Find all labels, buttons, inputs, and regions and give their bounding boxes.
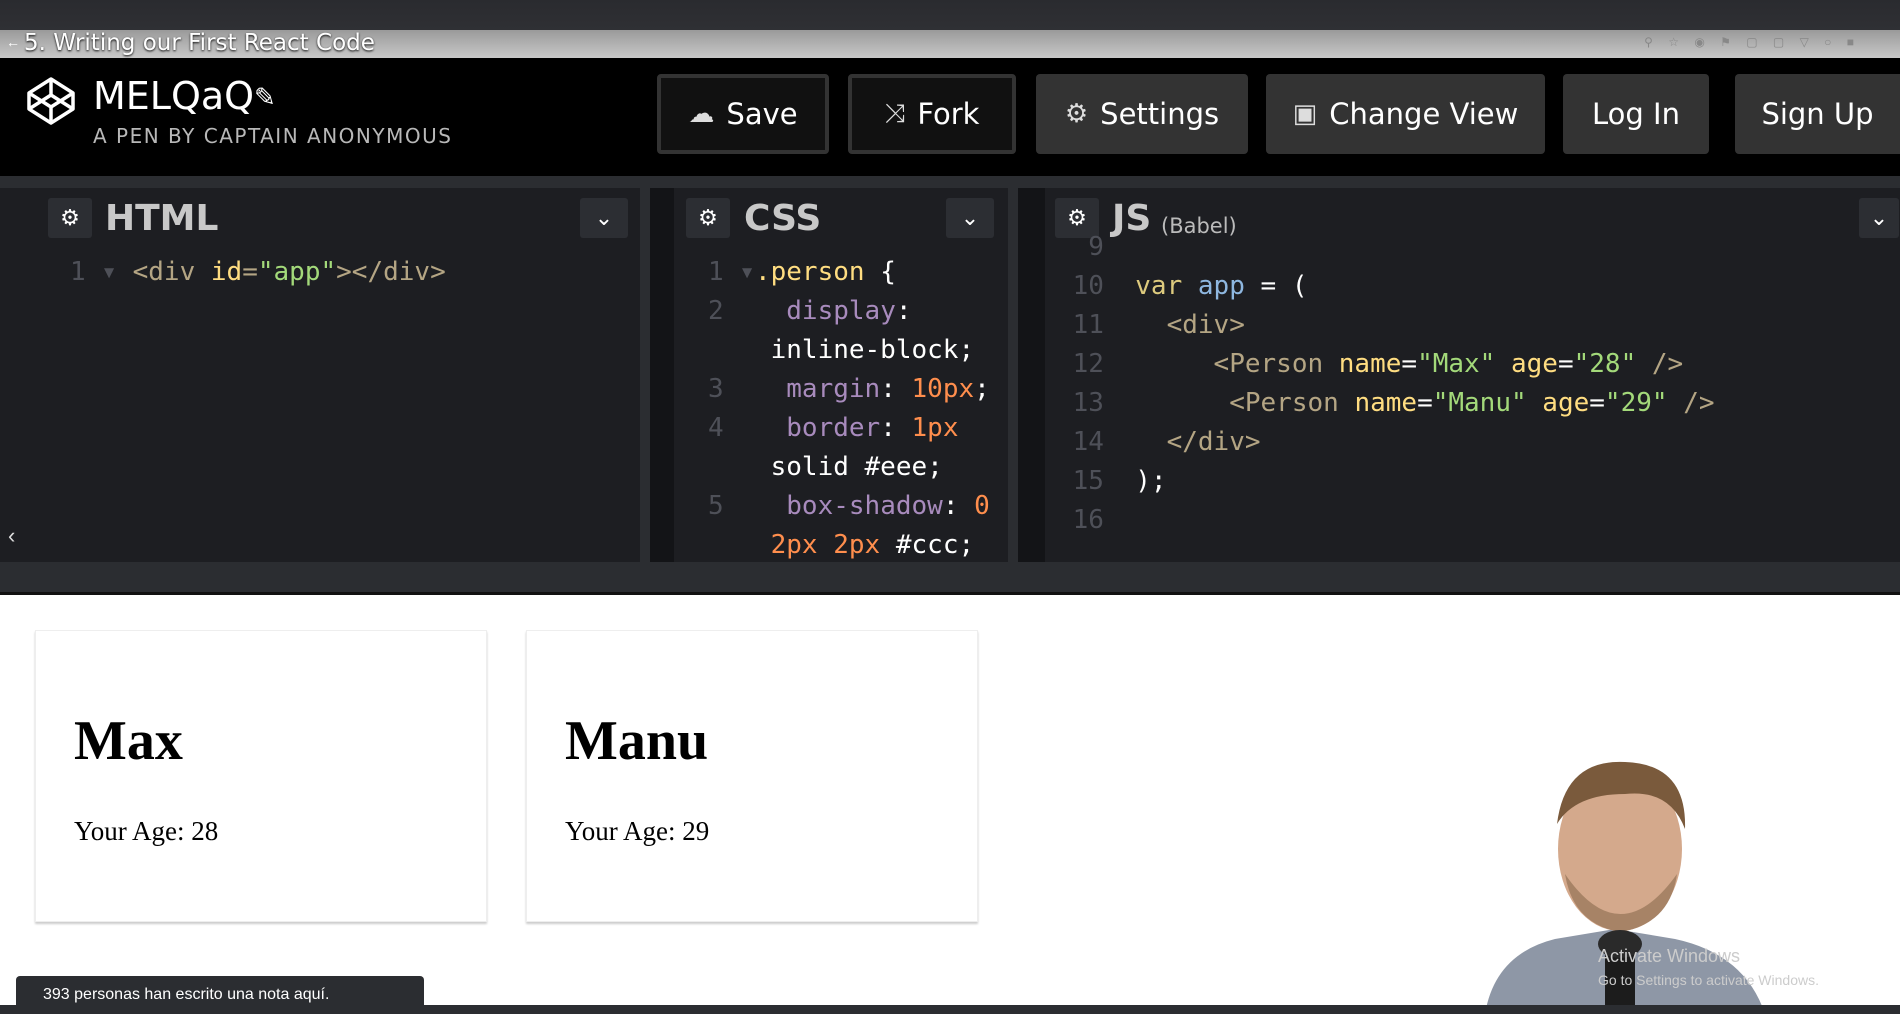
bottom-bar xyxy=(0,1005,1900,1014)
person-age: Your Age: 29 xyxy=(565,816,710,846)
js-code: 9 10 var app = ( 11 <div> 12 <Person nam… xyxy=(1057,232,1715,535)
pane-divider[interactable] xyxy=(640,188,650,562)
result-resize-bar[interactable] xyxy=(0,562,1900,595)
browser-extension-icons: ⚲ ☆ ◉ ⚑ ▢ ▢ ▽ ○ ■ xyxy=(1644,35,1860,49)
css-pane-header: ⚙ CSS ⌄ xyxy=(674,188,1008,248)
codepen-logo-icon[interactable] xyxy=(26,76,76,126)
login-button[interactable]: Log In xyxy=(1563,74,1709,154)
js-chevron-down-icon[interactable]: ⌄ xyxy=(1859,198,1899,238)
js-code-area[interactable]: 9 10 var app = ( 11 <div> 12 <Person nam… xyxy=(1045,232,1900,562)
save-label: Save xyxy=(726,97,798,131)
signup-button[interactable]: Sign Up xyxy=(1735,74,1900,154)
change-view-button[interactable]: ▣ Change View xyxy=(1266,74,1545,154)
cloud-icon: ☁ xyxy=(688,99,715,129)
pen-title[interactable]: MELQaQ xyxy=(93,74,254,118)
left-gutter xyxy=(0,188,38,562)
person-name: Manu xyxy=(565,710,709,772)
pencil-icon[interactable]: ✎ xyxy=(254,82,276,113)
login-label: Log In xyxy=(1592,97,1680,131)
video-title-bar: ← 5. Writing our First React Code ⚲ ☆ ◉ … xyxy=(0,0,1900,58)
signup-label: Sign Up xyxy=(1761,97,1874,131)
gear-icon: ⚙ xyxy=(1064,99,1089,129)
collapse-arrow-icon[interactable]: ‹ xyxy=(8,523,15,549)
pane-divider-2[interactable] xyxy=(1008,188,1018,562)
windows-watermark: Activate Windows xyxy=(1598,946,1741,966)
person-age: Your Age: 28 xyxy=(74,816,219,846)
person-card: Max Your Age: 28 xyxy=(35,630,487,922)
view-icon: ▣ xyxy=(1292,99,1318,129)
person-name: Max xyxy=(74,710,183,772)
html-pane-title: HTML xyxy=(105,198,219,239)
change-view-label: Change View xyxy=(1329,97,1519,131)
css-editor-pane: ⚙ CSS ⌄ 1 ▾.person { 2 display: inline-b… xyxy=(674,188,1008,562)
html-settings-gear-icon[interactable]: ⚙ xyxy=(48,198,92,238)
fork-icon: ⤨ xyxy=(884,98,906,129)
windows-watermark-sub: Go to Settings to activate Windows. xyxy=(1598,972,1819,988)
editors-top-border xyxy=(0,176,1900,188)
css-code: 1 ▾.person { 2 display: inline-block; 3 … xyxy=(708,257,990,560)
html-editor-pane: ⚙ HTML ⌄ 1 ▾ <div id="app"></div> xyxy=(38,188,640,562)
settings-button[interactable]: ⚙ Settings xyxy=(1036,74,1248,154)
settings-label: Settings xyxy=(1100,97,1220,131)
save-button[interactable]: ☁ Save xyxy=(657,74,829,154)
video-title: 5. Writing our First React Code xyxy=(24,30,375,56)
html-chevron-down-icon[interactable]: ⌄ xyxy=(580,198,628,238)
css-chevron-down-icon[interactable]: ⌄ xyxy=(946,198,994,238)
editors-area: ⚙ HTML ⌄ 1 ▾ <div id="app"></div> ⚙ CSS … xyxy=(0,176,1900,562)
html-pane-header: ⚙ HTML ⌄ xyxy=(38,188,640,248)
css-code-area[interactable]: 1 ▾.person { 2 display: inline-block; 3 … xyxy=(674,248,1008,562)
html-code: 1 ▾ <div id="app"></div> xyxy=(70,257,446,287)
pen-author: A PEN BY CAPTAIN ANONYMOUS xyxy=(93,124,453,148)
back-arrow-icon[interactable]: ← xyxy=(6,34,20,50)
css-pane-title: CSS xyxy=(744,198,822,239)
fork-label: Fork xyxy=(917,97,980,131)
codepen-header: MELQaQ ✎ A PEN BY CAPTAIN ANONYMOUS ☁ Sa… xyxy=(0,58,1900,176)
fork-button[interactable]: ⤨ Fork xyxy=(848,74,1016,154)
css-settings-gear-icon[interactable]: ⚙ xyxy=(686,198,730,238)
person-card: Manu Your Age: 29 xyxy=(526,630,978,922)
html-code-area[interactable]: 1 ▾ <div id="app"></div> xyxy=(38,248,640,562)
js-editor-pane: ⚙ JS (Babel) ⌄ 9 10 var app = ( 11 <div>… xyxy=(1045,188,1900,562)
